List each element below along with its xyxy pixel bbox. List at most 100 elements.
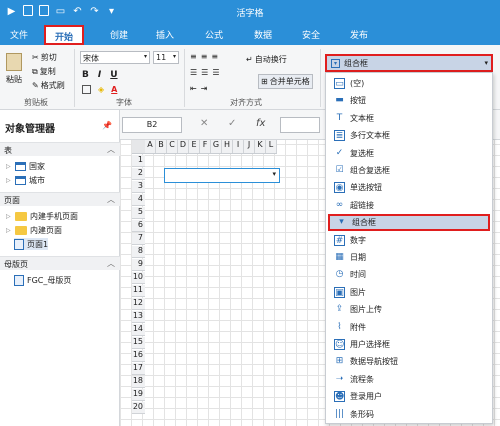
merge-cells-button[interactable]: ⊞ 合并单元格	[258, 74, 313, 89]
font-name-select[interactable]: 宋体 ▾	[80, 51, 150, 64]
column-header-cell[interactable]: D	[178, 140, 189, 153]
expand-icon[interactable]: ▷	[6, 163, 12, 170]
bold-button[interactable]: B	[82, 70, 89, 80]
expand-icon[interactable]: ▷	[6, 227, 12, 234]
font-color-button[interactable]: A	[111, 85, 117, 94]
menu-home[interactable]: 开始	[44, 25, 85, 45]
celltype-option[interactable]: ⇪ 图片上传	[328, 301, 490, 318]
row-header-cell[interactable]: 10	[132, 272, 145, 284]
row-header-cell[interactable]: 7	[132, 233, 145, 245]
row-header-cell[interactable]: 17	[132, 363, 145, 375]
celltype-option[interactable]: ▦ 日期	[328, 249, 490, 266]
tree-item-city[interactable]: ▷ 城市	[6, 174, 45, 186]
tree-item-builtin-pages[interactable]: ▷ 内建页面	[6, 224, 62, 236]
chevron-down-icon[interactable]: ▾	[272, 170, 276, 178]
menu-create[interactable]: 创建	[110, 28, 128, 41]
row-header-cell[interactable]: 6	[132, 220, 145, 232]
celltype-option[interactable]: ▣ 图片	[328, 284, 490, 301]
column-header-cell[interactable]: E	[189, 140, 200, 153]
select-all-corner[interactable]	[132, 140, 145, 154]
celltype-option[interactable]: ⊞ 数据导航按钮	[328, 353, 490, 370]
copy-button[interactable]: ⧉ 复制	[32, 66, 56, 77]
tree-item-page1[interactable]: 页面1	[14, 238, 49, 250]
align-bottom-icon[interactable]: ≡	[211, 52, 218, 61]
underline-button[interactable]: U	[110, 70, 117, 80]
menu-publish[interactable]: 发布	[350, 28, 368, 41]
celltype-option[interactable]: # 数字	[328, 232, 490, 249]
row-header-cell[interactable]: 12	[132, 298, 145, 310]
pin-icon[interactable]: 📌	[102, 121, 112, 130]
menu-security[interactable]: 安全	[302, 28, 320, 41]
celltype-option[interactable]: ✓ 复选框	[328, 145, 490, 162]
row-header-cell[interactable]: 11	[132, 285, 145, 297]
paste-button[interactable]: 粘贴	[6, 53, 22, 85]
celltype-option[interactable]: ||| 条形码	[328, 406, 490, 423]
border-icon[interactable]	[82, 85, 91, 94]
row-header-cell[interactable]: 19	[132, 389, 145, 401]
column-header-cell[interactable]: B	[156, 140, 167, 153]
section-master-pages[interactable]: 母版页 ︿	[0, 256, 120, 270]
row-header-cell[interactable]: 20	[132, 402, 145, 414]
menu-data[interactable]: 数据	[254, 28, 272, 41]
celltype-option[interactable]: ▬ 按钮	[328, 92, 490, 109]
wrap-text-button[interactable]: ↵ 自动换行	[246, 54, 287, 65]
column-header-cell[interactable]: J	[244, 140, 255, 153]
celltype-option[interactable]: ▾ 组合框	[328, 214, 490, 232]
increase-indent-icon[interactable]: ⇥	[201, 84, 208, 93]
row-header-cell[interactable]: 13	[132, 311, 145, 323]
expand-icon[interactable]: ▷	[6, 213, 12, 220]
column-header-cell[interactable]: A	[145, 140, 156, 153]
row-header-cell[interactable]: 5	[132, 207, 145, 219]
row-header-cell[interactable]: 4	[132, 194, 145, 206]
menu-insert[interactable]: 插入	[156, 28, 174, 41]
celltype-option[interactable]: ∞ 超链接	[328, 197, 490, 214]
row-header-cell[interactable]: 9	[132, 259, 145, 271]
celltype-option[interactable]: ☺ 用户选择框	[328, 336, 490, 353]
celltype-option[interactable]: ☑ 组合复选框	[328, 162, 490, 179]
tree-item-country[interactable]: ▷ 国家	[6, 160, 45, 172]
fx-button[interactable]: fx	[256, 118, 265, 129]
column-header-cell[interactable]: F	[200, 140, 211, 153]
row-header-cell[interactable]: 16	[132, 350, 145, 362]
align-middle-icon[interactable]: ≡	[201, 52, 208, 61]
expand-icon[interactable]: ▷	[6, 177, 12, 184]
font-size-select[interactable]: 11 ▾	[153, 51, 179, 64]
format-painter-button[interactable]: ✎ 格式刷	[32, 80, 65, 91]
tree-item-master-page[interactable]: FGC_母版页	[14, 274, 71, 286]
column-header-cell[interactable]: G	[211, 140, 222, 153]
cell-reference-box[interactable]: B2	[122, 117, 182, 133]
column-header-cell[interactable]: L	[266, 140, 277, 153]
column-header-cell[interactable]: I	[233, 140, 244, 153]
cut-button[interactable]: ✂ 剪切	[32, 52, 57, 63]
column-header-cell[interactable]: C	[167, 140, 178, 153]
align-left-icon[interactable]: ☰	[190, 68, 197, 77]
row-header-cell[interactable]: 15	[132, 337, 145, 349]
align-top-icon[interactable]: ≡	[190, 52, 197, 61]
confirm-formula-button[interactable]: ✓	[228, 118, 236, 129]
align-center-icon[interactable]: ☰	[201, 68, 208, 77]
row-header-cell[interactable]: 1	[132, 155, 145, 167]
celltype-option[interactable]: ⌇ 附件	[328, 319, 490, 336]
celltype-option[interactable]: ≣ 多行文本框	[328, 127, 490, 144]
celltype-option[interactable]: ➝ 流程条	[328, 371, 490, 388]
column-header-cell[interactable]: K	[255, 140, 266, 153]
tree-item-builtin-mobile-pages[interactable]: ▷ 内建手机页面	[6, 210, 78, 222]
celltype-option[interactable]: ◉ 单选按钮	[328, 179, 490, 196]
row-header-cell[interactable]: 14	[132, 324, 145, 336]
cell-type-select[interactable]: ▾ 组合框 ▾	[325, 54, 493, 72]
celltype-option[interactable]: ☻ 登录用户	[328, 388, 490, 405]
decrease-indent-icon[interactable]: ⇤	[190, 84, 197, 93]
section-pages[interactable]: 页面 ︿	[0, 192, 120, 206]
row-header-cell[interactable]: 2	[132, 168, 145, 180]
celltype-option[interactable]: ▭ (空)	[328, 75, 490, 92]
row-header-cell[interactable]: 8	[132, 246, 145, 258]
column-header-cell[interactable]: H	[222, 140, 233, 153]
cell-b2-combobox[interactable]: ▾	[164, 168, 280, 183]
menu-file[interactable]: 文件	[10, 28, 28, 41]
celltype-option[interactable]: ◷ 时间	[328, 266, 490, 283]
italic-button[interactable]: I	[98, 70, 101, 80]
align-right-icon[interactable]: ☰	[212, 68, 219, 77]
row-header-cell[interactable]: 18	[132, 376, 145, 388]
cancel-formula-button[interactable]: ✕	[200, 118, 208, 129]
row-header-cell[interactable]: 3	[132, 181, 145, 193]
